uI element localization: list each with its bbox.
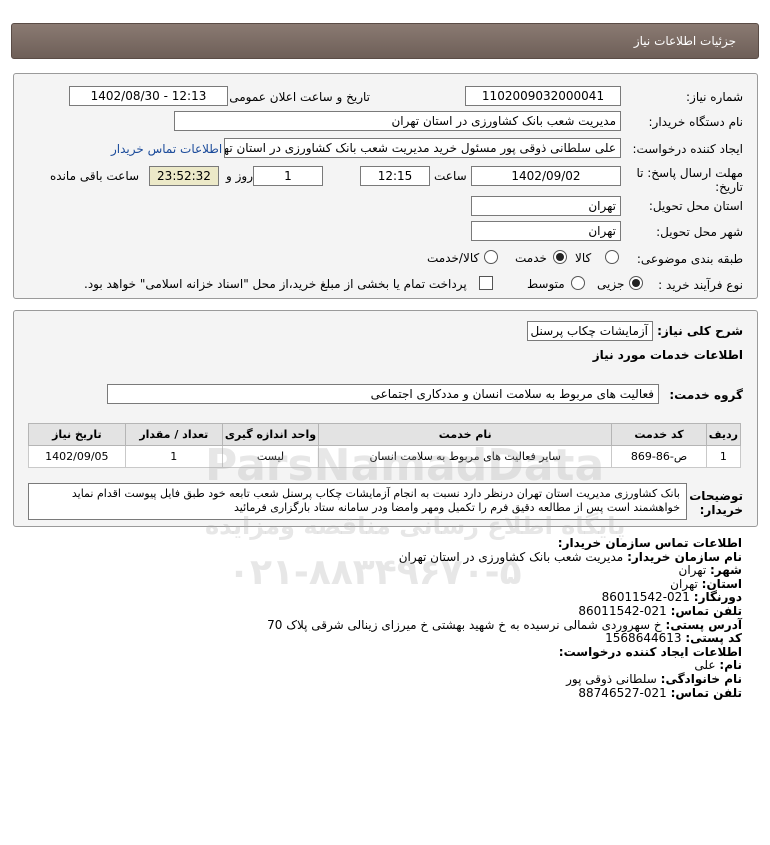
contact-postal-value: 1568644613 [605,631,682,646]
services-title: اطلاعات خدمات مورد نیاز [592,348,743,362]
contact-address-row: آدرس پستی: خ سهروردی شمالی نرسیده به خ ش… [22,617,742,633]
days-field: 1 [253,166,323,186]
creator-name-row: نام: علی [22,659,742,673]
creator-field: علی سلطانی ذوقی پور مسئول خرید مدیریت شع… [224,138,621,158]
table-header-row: تاریخ نیاز تعداد / مقدار واحد اندازه گیر… [28,423,742,446]
category-label: طبقه بندی موضوعی: [636,252,743,266]
creator-phone-key: تلفن تماس: [670,685,742,700]
announce-label: تاریخ و ساعت اعلان عمومی: [225,90,370,104]
col-name: نام خدمت [318,423,613,446]
creator-name-value: علی [694,658,716,673]
contact-city-key: شهر: [710,563,742,578]
contact-phone-key: تلفن تماس: [670,603,742,618]
service-group-field: فعالیت های مربوط به سلامت انسان و مددکار… [107,384,659,404]
creator-phone-row: تلفن تماس: 021-88746527 [22,685,742,701]
city-label: شهر محل تحویل: [656,225,743,239]
announce-field: 1402/08/30 - 12:13 [69,86,228,106]
services-table: تاریخ نیاز تعداد / مقدار واحد اندازه گیر… [28,423,742,468]
contact-phone-value: 021-86011542 [578,603,667,618]
creator-family-row: نام خانوادگی: سلطانی ذوقی پور [22,671,742,687]
contact-phone-row: تلفن تماس: 021-86011542 [22,603,742,619]
cell-name: سایر فعالیت های مربوط به سلامت انسان [318,445,613,468]
notes-text: بانک کشاورزی مدیریت استان تهران درنظر دا… [71,487,680,514]
col-date: تاریخ نیاز [28,423,126,446]
creator-info-title: اطلاعات ایجاد کننده درخواست: [558,644,742,659]
buyer-org-label: نام دستگاه خریدار: [648,115,744,129]
deadline-label-date: تاریخ: [715,180,743,194]
process-label: نوع فرآیند خرید : [658,278,743,292]
deadline-time-label: ساعت [434,169,467,183]
city-field: تهران [471,221,621,241]
process-radio-medium[interactable] [571,276,585,290]
creator-family-value: سلطانی ذوقی پور [566,671,657,686]
cell-row: 1 [705,445,742,468]
category-option-goods-service: کالا/خدمت [427,251,480,265]
remaining-time-field: 23:52:32 [149,166,219,186]
contact-province-value: تهران [670,576,698,591]
deadline-time-field: 12:15 [360,166,430,186]
cell-qty: 1 [124,445,223,468]
contact-city-value: تهران [678,563,707,578]
cell-unit: لیست [221,445,320,468]
page-header: جزئیات اطلاعات نیاز [11,23,759,59]
contact-province-row: استان: تهران [22,576,742,592]
category-option-goods: کالا [575,251,592,265]
deadline-date-field: 1402/09/02 [471,166,621,186]
treasury-note: پرداخت تمام یا بخشی از مبلغ خرید،از محل … [84,277,467,291]
contact-province-key: استان: [701,576,742,591]
buyer-org-field: مدیریت شعب بانک کشاورزی در استان تهران [174,111,621,131]
province-field: تهران [471,196,621,216]
need-number-label: شماره نیاز: [686,90,743,104]
creator-name-key: نام: [719,658,742,673]
contact-title: اطلاعات تماس سازمان خریدار: [557,536,742,550]
service-group-label: گروه خدمت: [669,388,743,402]
col-code: کد خدمت [611,423,707,446]
buyer-contact-link[interactable]: اطلاعات تماس خریدار [111,142,222,156]
contact-fax-key: دورنگار: [693,590,742,605]
need-number-field: 1102009032000041 [465,86,621,106]
cell-code: ص-86-869 [611,445,707,468]
process-option-medium: متوسط [527,277,565,291]
contact-org-value: مدیریت شعب بانک کشاورزی در استان تهران [398,549,624,564]
notes-label-buyer: خریدار: [699,503,743,517]
category-option-service: خدمت [515,251,547,265]
contact-section: اطلاعات تماس سازمان خریدار: نام سازمان خ… [22,536,742,701]
treasury-checkbox[interactable] [479,276,493,290]
process-option-minor: جزیی [597,277,625,291]
province-label: استان محل تحویل: [648,199,743,213]
contact-address-key: آدرس پستی: [665,617,742,632]
page-title: جزئیات اطلاعات نیاز [633,34,736,48]
contact-org-key: نام سازمان خریدار: [627,549,742,564]
creator-phone-value: 021-88746527 [578,685,667,700]
contact-address-value: خ سهروردی شمالی نرسیده به خ شهید بهشتی خ… [267,617,662,632]
category-radio-service[interactable] [553,250,567,264]
summary-label: شرح کلی نیاز: [657,324,743,338]
contact-postal-row: کد پستی: 1568644613 [22,631,742,646]
category-radio-goods-service[interactable] [484,250,498,264]
contact-fax-row: دورنگار: 021-86011542 [22,591,742,605]
creator-label: ایجاد کننده درخواست: [632,142,743,156]
col-qty: تعداد / مقدار [124,423,223,446]
creator-family-key: نام خانوادگی: [660,671,742,686]
contact-postal-key: کد پستی: [685,631,742,646]
process-radio-minor[interactable] [629,276,643,290]
notes-label: توضیحات [689,489,743,503]
summary-field: آزمایشات چکاب پرسنل [527,321,653,341]
category-radio-goods[interactable] [605,250,619,264]
contact-org-row: نام سازمان خریدار: مدیریت شعب بانک کشاور… [22,549,742,565]
col-unit: واحد اندازه گیری [221,423,320,446]
remaining-time-label: ساعت باقی مانده [50,169,140,183]
deadline-label: مهلت ارسال پاسخ: تا [636,166,743,180]
notes-box: بانک کشاورزی مدیریت استان تهران درنظر دا… [28,483,687,520]
contact-fax-value: 021-86011542 [601,590,690,605]
contact-city-row: شهر: تهران [22,563,742,578]
days-label: روز و [226,169,253,183]
cell-date: 1402/09/05 [28,445,126,468]
table-row: 1402/09/05 1 لیست سایر فعالیت های مربوط … [28,445,742,468]
col-row: ردیف [705,423,742,446]
